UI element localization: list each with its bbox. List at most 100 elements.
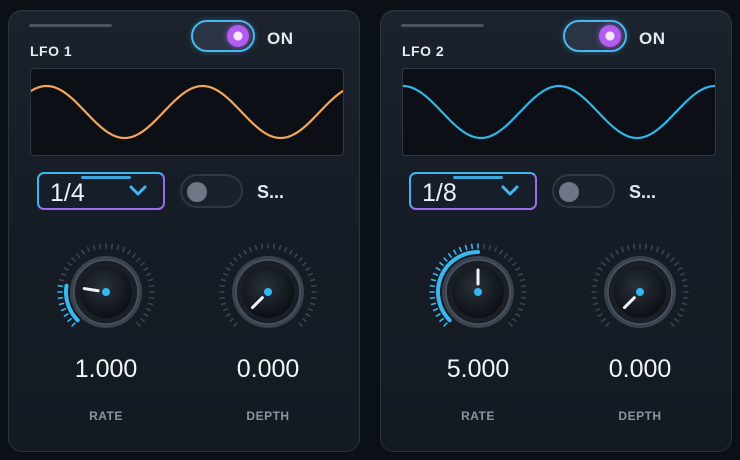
depth-label: DEPTH <box>246 409 290 423</box>
knob-tick <box>71 322 76 327</box>
rate-value[interactable]: 5.000 <box>413 355 543 384</box>
waveform-display <box>30 68 344 156</box>
rate-label: RATE <box>89 409 123 423</box>
knob-tick <box>453 249 457 255</box>
knob-tick <box>494 246 498 253</box>
rate-knob[interactable] <box>56 242 156 342</box>
rate-division-dropdown[interactable]: 1/8 <box>409 172 537 210</box>
knob-tick <box>432 272 439 276</box>
knob-center-dot <box>636 288 644 296</box>
knob-tick <box>681 278 688 282</box>
knob-tick <box>127 249 131 255</box>
drag-handle[interactable] <box>29 24 112 27</box>
depth-knob[interactable] <box>218 242 318 342</box>
knob-tick <box>503 253 509 258</box>
knob-tick <box>682 284 689 288</box>
sync-toggle-thumb <box>187 182 207 202</box>
knob-tick <box>293 253 299 258</box>
knob-tick <box>305 267 311 271</box>
knob-tick <box>310 284 317 288</box>
rate-division-dropdown[interactable]: 1/4 <box>37 172 165 210</box>
knob-tick <box>284 246 288 253</box>
lfo-power-toggle[interactable] <box>563 20 627 52</box>
knob-tick <box>665 253 671 258</box>
knob-tick <box>520 296 527 300</box>
lfo-power-toggle[interactable] <box>191 20 255 52</box>
knob-tick <box>515 267 521 271</box>
knob-tick <box>233 322 238 327</box>
knob-tick <box>81 249 85 255</box>
knob-tick <box>67 317 72 323</box>
sync-toggle[interactable] <box>180 174 243 208</box>
knob-tick <box>650 244 654 251</box>
knob-tick <box>233 257 238 262</box>
power-toggle-thumb <box>599 25 621 47</box>
knob-tick <box>122 246 126 253</box>
knob-tick <box>116 244 120 251</box>
knob-tick <box>60 308 67 312</box>
knob-tick <box>615 249 619 255</box>
knob-tick <box>147 278 154 282</box>
knob-tick <box>248 246 252 253</box>
sync-label: S... <box>629 182 657 202</box>
sine-waveform <box>31 84 343 140</box>
knob-tick <box>435 313 441 317</box>
knob-tick <box>482 243 486 250</box>
knob-tick <box>594 308 601 312</box>
knob-tick <box>677 313 683 317</box>
knob-tick <box>682 296 689 300</box>
knob-tick <box>305 313 311 317</box>
knob-tick <box>512 317 517 323</box>
knob-tick <box>681 302 688 306</box>
knob-tick <box>229 261 234 267</box>
knob-tick <box>670 322 675 327</box>
knob-tick <box>601 261 606 267</box>
knob-tick <box>447 253 453 258</box>
knob-tick <box>131 253 137 258</box>
knob-tick <box>517 272 524 276</box>
knob-tick <box>136 257 141 262</box>
knob-tick <box>515 313 521 317</box>
knob-tick <box>439 261 444 267</box>
depth-knob[interactable] <box>590 242 690 342</box>
sync-toggle[interactable] <box>552 174 615 208</box>
knob-tick <box>644 243 648 250</box>
knob-tick <box>661 249 665 255</box>
knob-tick <box>517 308 524 312</box>
rate-value[interactable]: 1.000 <box>41 355 171 384</box>
depth-label: DEPTH <box>618 409 662 423</box>
knob-tick <box>439 317 444 323</box>
knob-tick <box>464 244 468 251</box>
knob-tick <box>145 308 152 312</box>
knob-tick <box>140 317 145 323</box>
knob-tick <box>57 284 64 288</box>
knob-tick <box>254 244 258 251</box>
knob-tick <box>60 272 67 276</box>
knob-tick <box>679 308 686 312</box>
knob-tick <box>429 284 436 288</box>
sine-waveform <box>403 84 715 140</box>
depth-value[interactable]: 0.000 <box>575 355 705 384</box>
drag-handle[interactable] <box>401 24 484 27</box>
knob-tick <box>143 267 149 271</box>
knob-tick <box>225 267 231 271</box>
rate-knob[interactable] <box>428 242 528 342</box>
depth-value[interactable]: 0.000 <box>203 355 333 384</box>
power-label: ON <box>639 29 666 48</box>
knob-tick <box>147 302 154 306</box>
knob-tick <box>310 296 317 300</box>
knob-tick <box>237 253 243 258</box>
knob-tick <box>594 272 601 276</box>
knob-tick <box>592 278 599 282</box>
knob-tick <box>148 284 155 288</box>
knob-tick <box>58 302 65 306</box>
knob-tick <box>67 261 72 267</box>
knob-tick <box>220 278 227 282</box>
rate-division-value: 1/4 <box>50 179 85 207</box>
power-toggle-thumb <box>227 25 249 47</box>
knob-tick <box>229 317 234 323</box>
knob-tick <box>302 261 307 267</box>
rate-label: RATE <box>461 409 495 423</box>
knob-tick <box>656 246 660 253</box>
knob-tick <box>592 302 599 306</box>
